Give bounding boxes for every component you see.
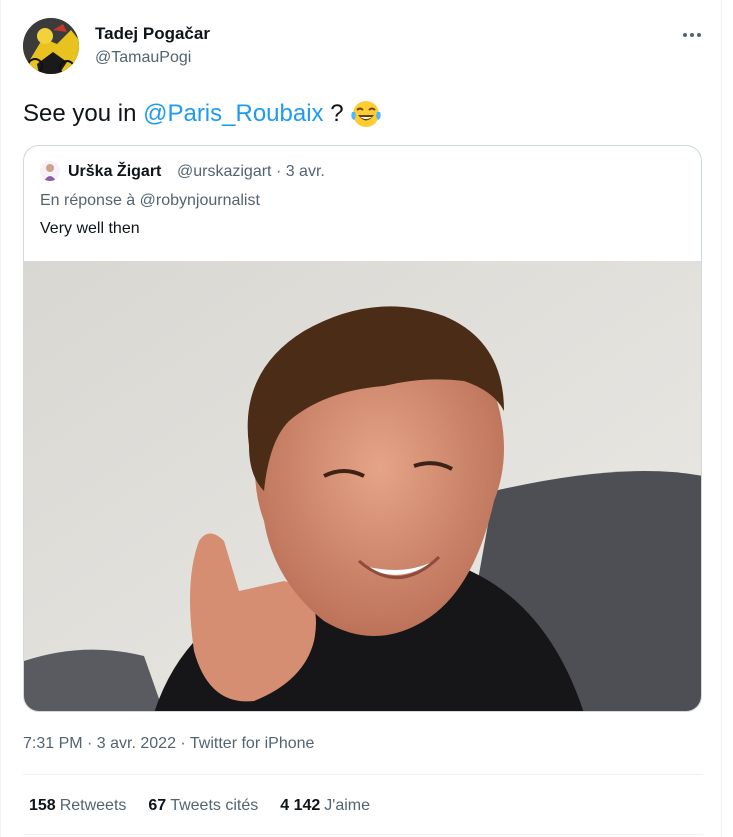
quoted-tweet-card[interactable]: Urška Žigart @urskazigart · 3 avr. En ré… <box>23 145 702 712</box>
timeline-border-left <box>0 0 1 837</box>
stats-divider-top <box>23 774 703 775</box>
tweet-detail: Tadej Pogačar @TamauPogi See you in @Par… <box>0 0 733 837</box>
quoted-reply-context: En réponse à @robynjournalist <box>40 192 260 209</box>
retweets-label: Retweets <box>59 797 127 814</box>
quoted-author-name: Urška Žigart <box>68 163 162 180</box>
tweet-text: See you in @Paris_Roubaix ? <box>23 98 382 130</box>
quoted-photo[interactable] <box>24 261 701 711</box>
quotes-count: 67 <box>148 797 167 814</box>
quoted-tweet-text: Very well then <box>40 220 140 237</box>
quoted-author-handle-date: @urskazigart · 3 avr. <box>177 163 325 180</box>
timeline-border-right <box>721 0 722 837</box>
likes-label: J'aime <box>324 797 371 814</box>
tweet-timestamp[interactable]: 7:31 PM · 3 avr. 2022 · Twitter for iPho… <box>23 735 314 753</box>
tweet-text-prefix: See you in <box>23 100 144 127</box>
photo-man-pointing-icon <box>24 261 701 711</box>
quotes-stat[interactable]: 67 Tweets cités <box>148 797 258 815</box>
author-name[interactable]: Tadej Pogačar <box>95 24 210 44</box>
author-handle[interactable]: @TamauPogi <box>95 49 191 67</box>
retweets-count: 158 <box>29 797 56 814</box>
tweet-text-suffix: ? <box>323 100 344 127</box>
stats-divider-bottom <box>23 834 703 835</box>
quotes-label: Tweets cités <box>170 797 259 814</box>
engagement-stats: 158 Retweets 67 Tweets cités 4 142 J'aime <box>29 797 370 815</box>
likes-stat[interactable]: 4 142 J'aime <box>280 797 370 815</box>
retweets-stat[interactable]: 158 Retweets <box>29 797 126 815</box>
more-options-icon[interactable] <box>680 28 704 42</box>
tears-of-joy-emoji-icon <box>350 98 382 130</box>
author-avatar[interactable] <box>23 18 79 74</box>
quoted-author-avatar <box>40 161 60 181</box>
mention-link[interactable]: @Paris_Roubaix <box>143 100 323 128</box>
likes-count: 4 142 <box>280 797 321 814</box>
author-avatar-image <box>23 18 79 74</box>
